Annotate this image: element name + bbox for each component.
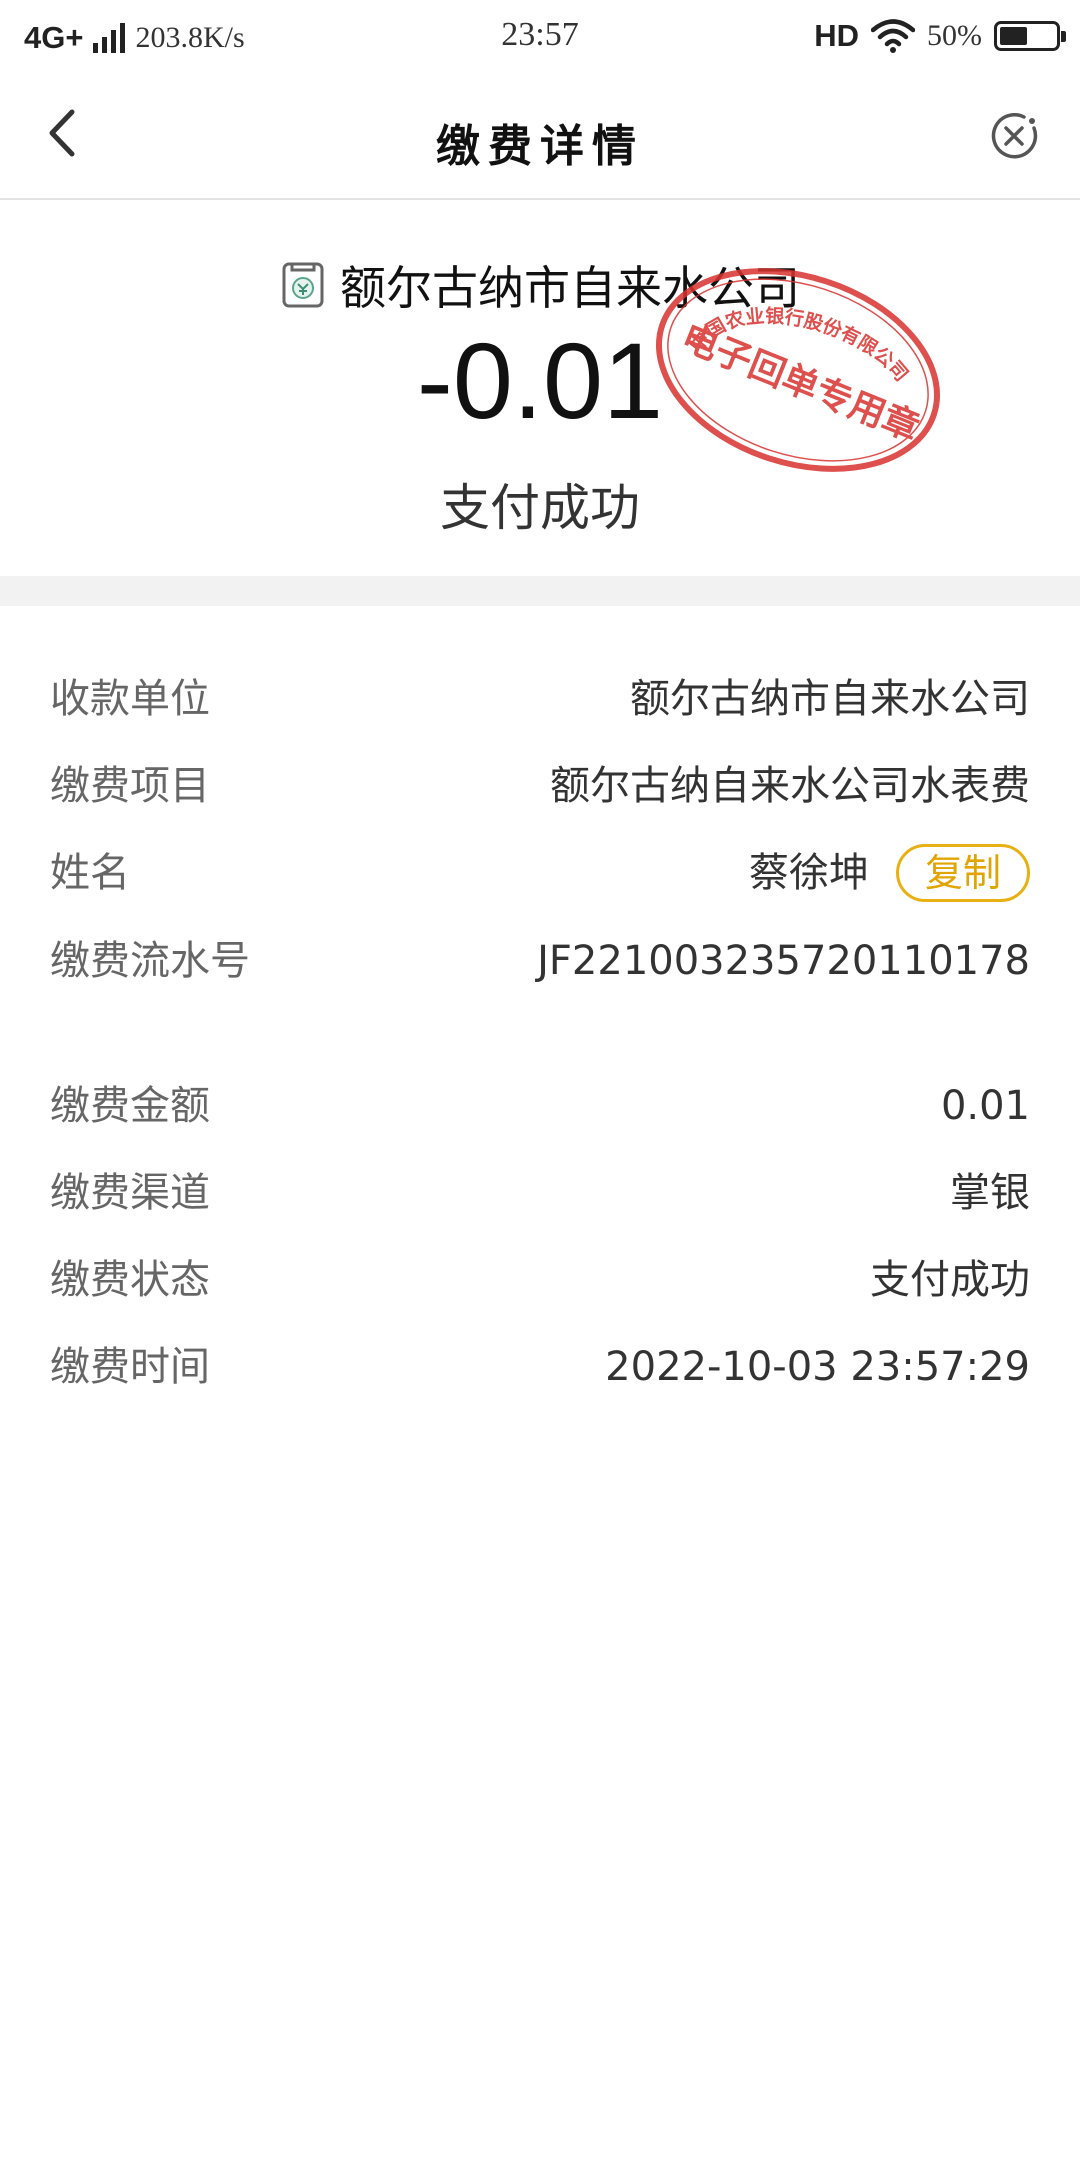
wifi-icon [871, 19, 915, 53]
detail-label: 缴费状态 [50, 1257, 210, 1303]
battery-fill [1000, 27, 1027, 45]
close-circle-icon[interactable] [984, 106, 1044, 166]
payment-status: 支付成功 [440, 479, 640, 537]
detail-value: 额尔古纳自来水公司水表费 [550, 763, 1030, 809]
copy-button[interactable]: 复制 [896, 844, 1030, 902]
detail-value: 额尔古纳市自来水公司 [630, 676, 1030, 722]
status-right: HD 50% [814, 16, 1066, 56]
payment-summary: 额尔古纳市自来水公司 -0.01 支付成功 中国农业银行股份有限公司 电子回单专… [0, 200, 1080, 576]
status-bar: 4G+ 203.8K/s 23:57 HD 50% [0, 0, 1080, 72]
battery-icon [994, 21, 1066, 51]
bank-seal-stamp: 中国农业银行股份有限公司 电子回单专用章 [655, 268, 941, 472]
detail-label: 缴费时间 [50, 1344, 210, 1390]
section-divider [0, 576, 1080, 606]
detail-value: 0.01 [940, 1083, 1030, 1129]
detail-value: 蔡徐坤 [749, 850, 869, 896]
detail-label: 姓名 [50, 850, 130, 896]
battery-percent: 50% [927, 19, 982, 52]
hd-badge: HD [814, 18, 859, 53]
detail-value: JF221003235720110178 [537, 938, 1030, 984]
detail-label: 缴费金额 [50, 1083, 210, 1129]
detail-label: 缴费流水号 [50, 938, 250, 984]
detail-label: 缴费项目 [50, 763, 210, 809]
detail-value: 支付成功 [870, 1257, 1030, 1303]
detail-label: 收款单位 [50, 676, 210, 722]
detail-value: 2022-10-03 23:57:29 [605, 1344, 1030, 1390]
nav-bar: 缴费详情 [0, 72, 1080, 200]
page-title: 缴费详情 [436, 121, 644, 172]
bill-receipt-icon [282, 262, 324, 308]
detail-label: 缴费渠道 [50, 1170, 210, 1216]
detail-value: 掌银 [950, 1170, 1030, 1216]
